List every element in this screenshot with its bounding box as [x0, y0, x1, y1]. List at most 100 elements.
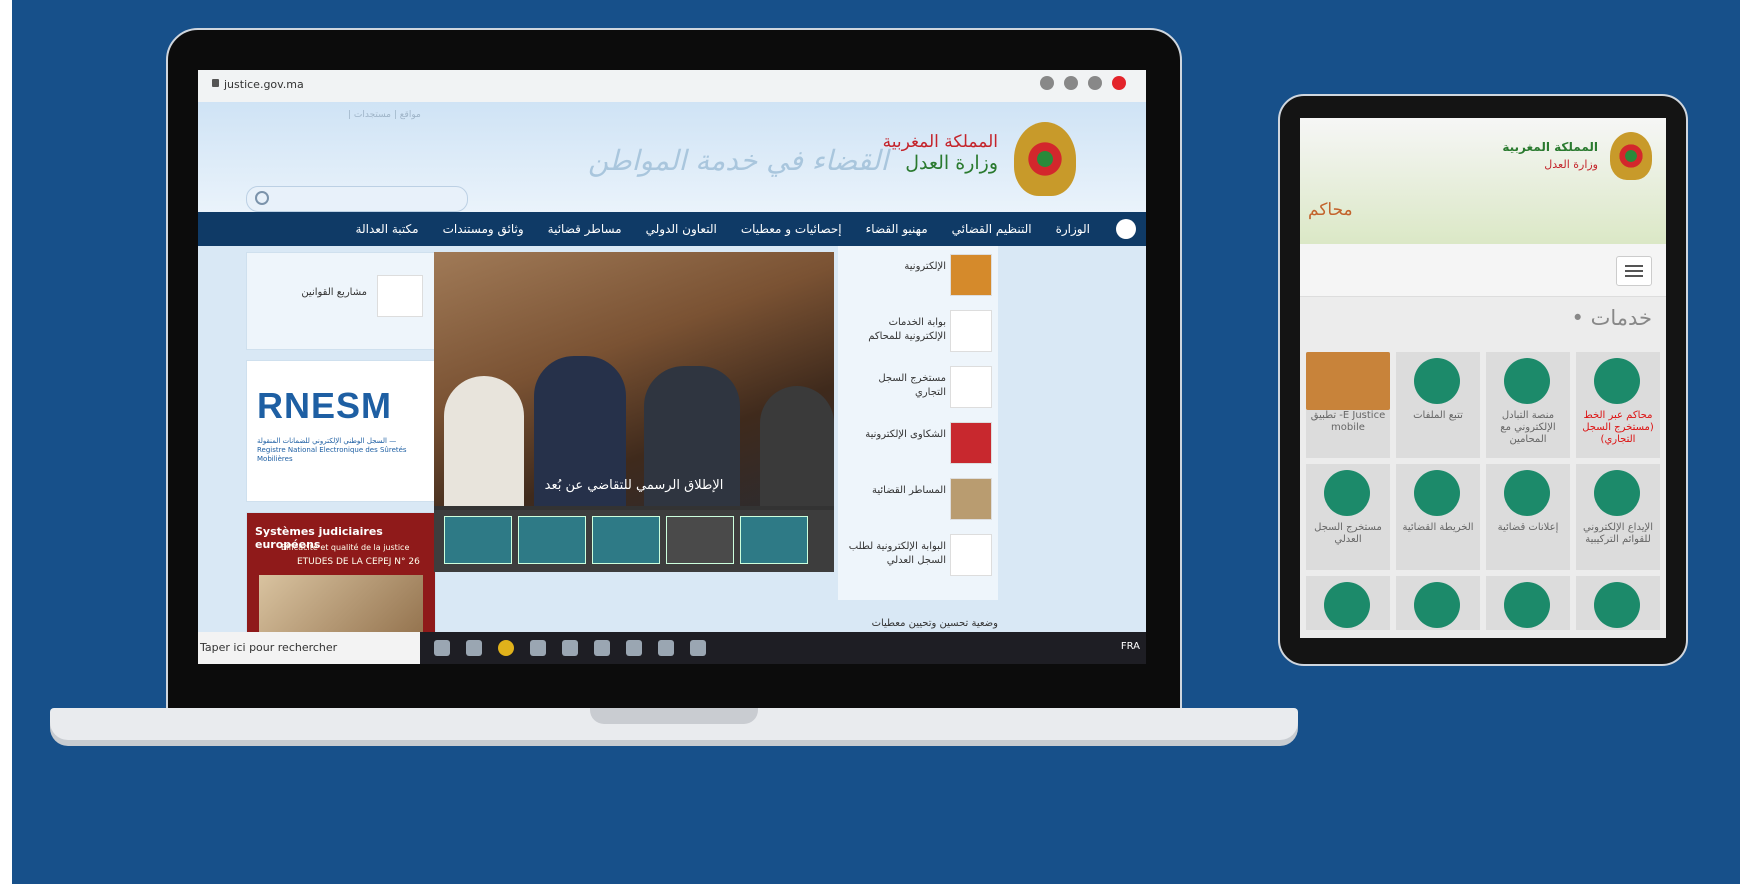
cepej-subtitle: Efficacité et qualité de la justice [281, 543, 410, 552]
main-nav: الوزارة التنظيم القضائي مهنيو القضاء إحص… [198, 212, 1146, 246]
service-tile[interactable] [1396, 576, 1480, 630]
store-icon[interactable] [562, 640, 578, 656]
taskbar-search[interactable]: Taper ici pour rechercher [198, 632, 420, 664]
kingdom-label: المملكة المغربية [882, 132, 998, 152]
coat-of-arms-logo[interactable] [1014, 122, 1076, 196]
app-icon[interactable] [690, 640, 706, 656]
language-indicator[interactable]: FRA [1121, 641, 1140, 652]
service-label: البوابة الإلكترونية لطلب السجل العدلي [848, 541, 946, 566]
home-icon[interactable] [1116, 219, 1136, 239]
kingdom-label: المملكة المغربية [1502, 140, 1598, 154]
hand-click-icon [950, 366, 992, 408]
service-link[interactable]: البوابة الإلكترونية لطلب السجل العدلي [838, 526, 998, 582]
service-tile[interactable]: الخريطة القضائية [1396, 464, 1480, 570]
tile-label: إعلانات قضائية [1497, 522, 1559, 533]
services-heading: • خدمات [1571, 306, 1652, 330]
doc-add-icon [1504, 358, 1550, 404]
service-tile[interactable]: محاكم عبر الخط (مستخرج السجل التجاري) [1576, 352, 1660, 458]
nav-item[interactable]: التعاون الدولي [634, 222, 729, 236]
laws-card[interactable]: مشاريع القوانين [246, 252, 436, 350]
service-tile[interactable]: تطبيق -E Justice mobile [1306, 352, 1390, 458]
tile-label: منصة التبادل الإلكتروني مع المحامين [1500, 410, 1556, 445]
news-slider[interactable]: الإطلاق الرسمي للتقاضي عن بُعد [434, 252, 834, 572]
taskbar-search-placeholder: Taper ici pour rechercher [200, 641, 338, 654]
nav-item[interactable]: مساطر قضائية [536, 222, 634, 236]
nav-item[interactable]: مهنيو القضاء [854, 222, 940, 236]
mahakim-logo[interactable]: محاكم [1308, 200, 1353, 220]
windows-taskbar: Taper ici pour rechercher FRA [198, 632, 1146, 664]
service-tile[interactable]: إعلانات قضائية [1486, 464, 1570, 570]
service-link[interactable]: بوابة الخدمات الإلكترونية للمحاكم [838, 302, 998, 358]
service-tile[interactable]: تتبع الملفات [1396, 352, 1480, 458]
hamburger-menu-icon[interactable] [1616, 256, 1652, 286]
rnesm-banner[interactable]: RNESM السجل الوطني الإلكتروني للضمانات ا… [246, 360, 436, 502]
left-sidebar: مشاريع القوانين RNESM السجل الوطني الإلك… [246, 252, 436, 664]
slider-thumbnail[interactable] [592, 516, 660, 564]
ministry-title: المملكة المغربية وزارة العدل [883, 132, 998, 174]
translate-icon[interactable] [1040, 76, 1054, 90]
taskbar-icons [434, 640, 706, 656]
slider-thumbnails [434, 510, 834, 572]
cortana-icon[interactable] [434, 640, 450, 656]
coat-of-arms-logo[interactable] [1610, 132, 1652, 180]
doc-check-icon [1324, 470, 1370, 516]
service-tile[interactable]: الإيداع الإلكتروني للقوائم التركيبية [1576, 464, 1660, 570]
mahakim-icon [950, 310, 992, 352]
service-tile[interactable]: مستخرج السجل العدلي [1306, 464, 1390, 570]
search-icon [255, 191, 269, 205]
browser-toolbar-icons [1040, 76, 1126, 90]
tile-label: تتبع الملفات [1413, 410, 1463, 421]
rnesm-title: RNESM [257, 385, 393, 426]
service-tile[interactable]: منصة التبادل الإلكتروني مع المحامين [1486, 352, 1570, 458]
nav-item[interactable]: التنظيم القضائي [940, 222, 1044, 236]
service-label: الشكاوى الإلكترونية [865, 429, 946, 440]
card-icon [1594, 470, 1640, 516]
doc-icon [1324, 582, 1370, 628]
site-search-input[interactable] [246, 186, 468, 212]
ministry-label: وزارة العدل [905, 152, 998, 174]
slider-thumbnail[interactable] [666, 516, 734, 564]
url-text[interactable]: justice.gov.ma [224, 78, 304, 91]
explorer-icon[interactable] [530, 640, 546, 656]
laws-icon [377, 275, 423, 317]
e-justice-icon [1306, 352, 1390, 410]
nav-item[interactable]: إحصائيات و معطيات [729, 222, 854, 236]
laptop-notch [590, 708, 758, 724]
tablet-menubar [1300, 244, 1666, 297]
service-link[interactable]: المساطر القضائية [838, 470, 998, 526]
slide-caption[interactable]: الإطلاق الرسمي للتقاضي عن بُعد [434, 478, 834, 493]
slider-thumbnail[interactable] [518, 516, 586, 564]
header-links[interactable]: | مواقع | مستجدات [348, 110, 421, 120]
slider-thumbnail[interactable] [444, 516, 512, 564]
service-label: بوابة الخدمات الإلكترونية للمحاكم [868, 317, 946, 342]
tile-label: تطبيق -E Justice mobile [1310, 410, 1386, 433]
browser-address-bar[interactable]: justice.gov.ma [198, 70, 1146, 103]
service-tile[interactable] [1486, 576, 1570, 630]
ministry-label: وزارة العدل [1544, 158, 1598, 171]
tile-label: مستخرج السجل العدلي [1314, 522, 1382, 545]
nav-item[interactable]: وثائق ومستندات [431, 222, 536, 236]
task-view-icon[interactable] [466, 640, 482, 656]
gear-icon[interactable] [658, 640, 674, 656]
service-link[interactable]: الإلكترونية [838, 246, 998, 302]
service-link[interactable]: مستخرج السجل التجاري [838, 358, 998, 414]
service-label: الإلكترونية [904, 261, 946, 272]
zoom-icon[interactable] [1064, 76, 1078, 90]
star-icon[interactable] [1088, 76, 1102, 90]
drop-icon[interactable] [626, 640, 642, 656]
status-link[interactable]: وضعية تحسين وتحيين معطيات [838, 618, 998, 629]
service-tile[interactable] [1576, 576, 1660, 630]
tile-label: الخريطة القضائية [1402, 522, 1474, 533]
service-link[interactable]: الشكاوى الإلكترونية [838, 414, 998, 470]
stairs-icon [950, 478, 992, 520]
slider-thumbnail[interactable] [740, 516, 808, 564]
tablet-header: المملكة المغربية وزارة العدل محاكم [1300, 118, 1666, 244]
nav-item[interactable]: مكتبة العدالة [344, 222, 431, 236]
monitor-icon [1414, 582, 1460, 628]
opera-icon[interactable] [1112, 76, 1126, 90]
service-tile[interactable] [1306, 576, 1390, 630]
paint-icon[interactable] [594, 640, 610, 656]
map-pin-icon [1414, 470, 1460, 516]
chrome-icon[interactable] [498, 640, 514, 656]
nav-item[interactable]: الوزارة [1044, 222, 1102, 236]
